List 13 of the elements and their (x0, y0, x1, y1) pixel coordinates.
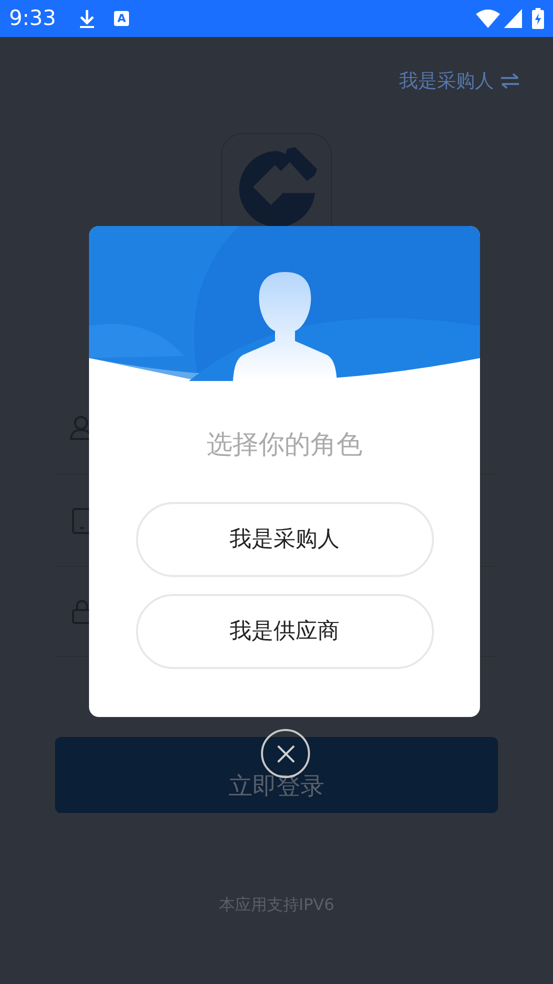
signal-icon (504, 9, 522, 28)
dialog-title: 选择你的角色 (206, 429, 362, 462)
status-time: 9:33 (9, 8, 56, 29)
swap-icon[interactable] (500, 73, 520, 89)
wifi-icon (476, 9, 500, 28)
notification-badge: A (114, 11, 130, 26)
role-option-button[interactable]: 我是供应商 (136, 594, 434, 669)
person-silhouette-icon (231, 270, 339, 381)
download-icon (78, 8, 96, 28)
close-icon[interactable] (276, 744, 294, 762)
role-option-button[interactable]: 我是采购人 (136, 502, 434, 577)
battery-icon (532, 8, 544, 29)
user-icon (70, 416, 92, 440)
